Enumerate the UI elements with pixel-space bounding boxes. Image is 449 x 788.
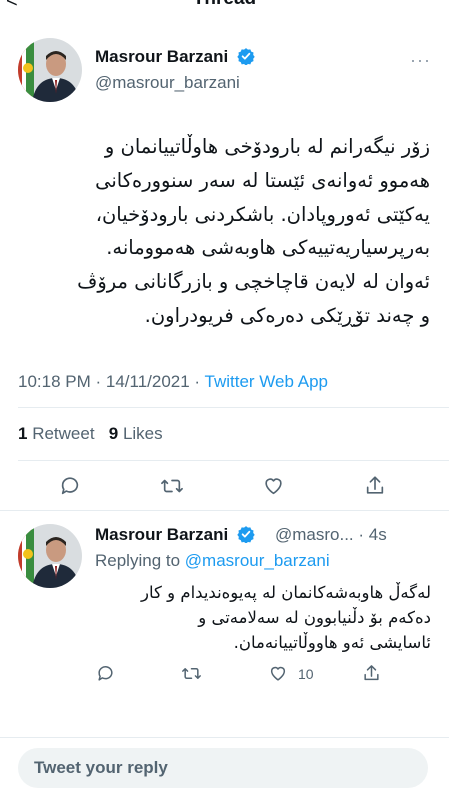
reply-author-name-text[interactable]: Masrour Barzani: [95, 525, 228, 544]
avatar[interactable]: [18, 38, 82, 102]
reply-icon[interactable]: [59, 475, 81, 497]
like-icon[interactable]: [268, 664, 288, 683]
reply-composer[interactable]: Tweet your reply: [18, 748, 428, 788]
like-count: 9: [108, 424, 119, 443]
reply-text-line: لەگەڵ هاوبەشەکانمان لە پەیوەندیدام و کار: [141, 583, 431, 602]
divider: [18, 460, 449, 461]
replying-prefix: Replying to: [95, 551, 181, 570]
reply-text: لەگەڵ هاوبەشەکانمان لە پەیوەندیدام و کار…: [86, 580, 431, 655]
tweet-text: زۆر نیگەرانم لە بارودۆخی هاوڵاتییانمان و…: [18, 130, 430, 333]
tweet-text-line: هەموو ئەوانەی ئێستا لە سەر سنوورەکانی: [95, 168, 430, 192]
tweet-text-line: ئەوان لە لایەن قاچاخچی و بازرگانانی مرۆڤ: [77, 270, 430, 294]
like-icon[interactable]: [262, 475, 285, 497]
thread-header: < Thread: [0, 0, 449, 12]
like-label: Likes: [122, 424, 163, 443]
author-name-text[interactable]: Masrour Barzani: [95, 47, 228, 66]
share-icon[interactable]: [362, 663, 381, 683]
tweet-source-link[interactable]: Twitter Web App: [205, 372, 328, 391]
reply-icon[interactable]: [96, 664, 115, 683]
reply-handle-time[interactable]: @masro... · 4s: [275, 525, 387, 545]
retweet-count: 1: [18, 424, 28, 443]
retweet-label: Retweet: [32, 424, 95, 443]
divider: [18, 407, 449, 408]
author-name[interactable]: Masrour Barzani: [95, 47, 255, 67]
divider: [0, 737, 449, 738]
replying-to: Replying to @masrour_barzani: [95, 551, 330, 571]
more-icon[interactable]: ···: [410, 50, 431, 71]
page-title: Thread: [0, 0, 449, 10]
like-stat[interactable]: 9 Likes: [109, 424, 163, 443]
meta-separator: ·: [189, 372, 205, 391]
share-icon[interactable]: [364, 474, 386, 497]
reply-like-count: 10: [298, 666, 314, 682]
reply-avatar[interactable]: [18, 524, 82, 588]
tweet-text-line: زۆر نیگەرانم لە بارودۆخی هاوڵاتییانمان و: [104, 135, 430, 158]
tweet-text-line: بەرپرسیاریەتییەکی هاوبەشی هەموومانە.: [106, 236, 430, 260]
verified-badge-icon: [237, 526, 255, 543]
avatar-photo: [18, 524, 82, 588]
retweet-icon[interactable]: [181, 664, 202, 683]
replying-to-link[interactable]: @masrour_barzani: [185, 551, 330, 570]
divider: [0, 510, 449, 511]
tweet-timestamp[interactable]: 10:18 PM · 14/11/2021: [18, 372, 190, 391]
tweet-meta: 10:18 PM · 14/11/2021 · Twitter Web App: [18, 372, 328, 392]
reply-text-line: دەکەم بۆ دڵنیابوون لە سەلامەتی و: [198, 608, 431, 627]
retweet-stat[interactable]: 1 Retweet: [18, 424, 95, 443]
reply-text-line: ئاسایشی ئەو هاووڵاتییانەمان.: [233, 633, 431, 652]
tweet-text-line: و چەند تۆڕێکی دەرەکی فریودراون.: [144, 303, 430, 327]
tweet-stats: 1 Retweet 9 Likes: [18, 424, 163, 444]
author-handle[interactable]: @masrour_barzani: [95, 73, 240, 93]
tweet-text-line: یەکێتی ئەوروپادان. باشکردنی بارودۆخیان،: [95, 202, 430, 226]
reply-author-name[interactable]: Masrour Barzani: [95, 525, 255, 545]
verified-badge-icon: [237, 48, 255, 65]
retweet-icon[interactable]: [160, 475, 184, 497]
reply-composer-placeholder: Tweet your reply: [34, 758, 168, 777]
avatar-photo: [18, 38, 82, 102]
